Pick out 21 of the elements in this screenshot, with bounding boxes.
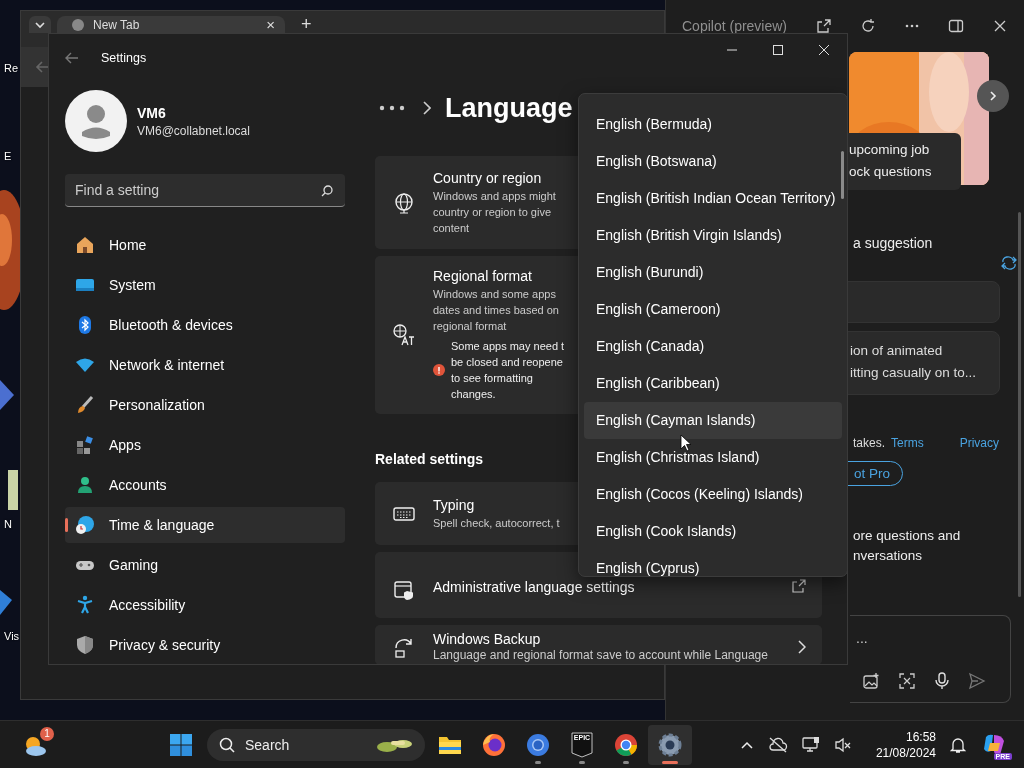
warning-text: Some apps may need t be closed and reopene to see formatting changes. [451,339,565,402]
disclaimer-text: takes. [853,436,885,450]
setting-description: Windows and some apps dates and times based on regional format [433,287,559,334]
setting-description: Windows and apps might country or region to give content [433,188,556,236]
setting-title: Country or region [433,169,542,186]
setting-title: Regional format [433,268,532,284]
tab-title: New Tab [93,18,141,32]
user-email: VM6@collabnet.local [137,123,250,138]
setting-title: Windows Backup [433,631,541,647]
section-heading: Related settings [375,451,484,467]
panel-title: Copilot (preview) [682,18,789,34]
user-name: VM6 [137,104,167,121]
setting-description: Language and regional format save to account while Language [433,647,768,663]
suggestion-heading: a suggestion [852,235,934,251]
page-title: Language [445,92,573,125]
setting-title: Administrative language settings [433,579,635,595]
window-title: Settings [101,51,148,65]
notification-badge: 1 [40,726,54,741]
setting-description: Spell check, autocorrect, t [433,515,560,531]
setting-title: Typing [433,496,475,513]
sign-in-text: ore questions and nversations [852,527,962,565]
